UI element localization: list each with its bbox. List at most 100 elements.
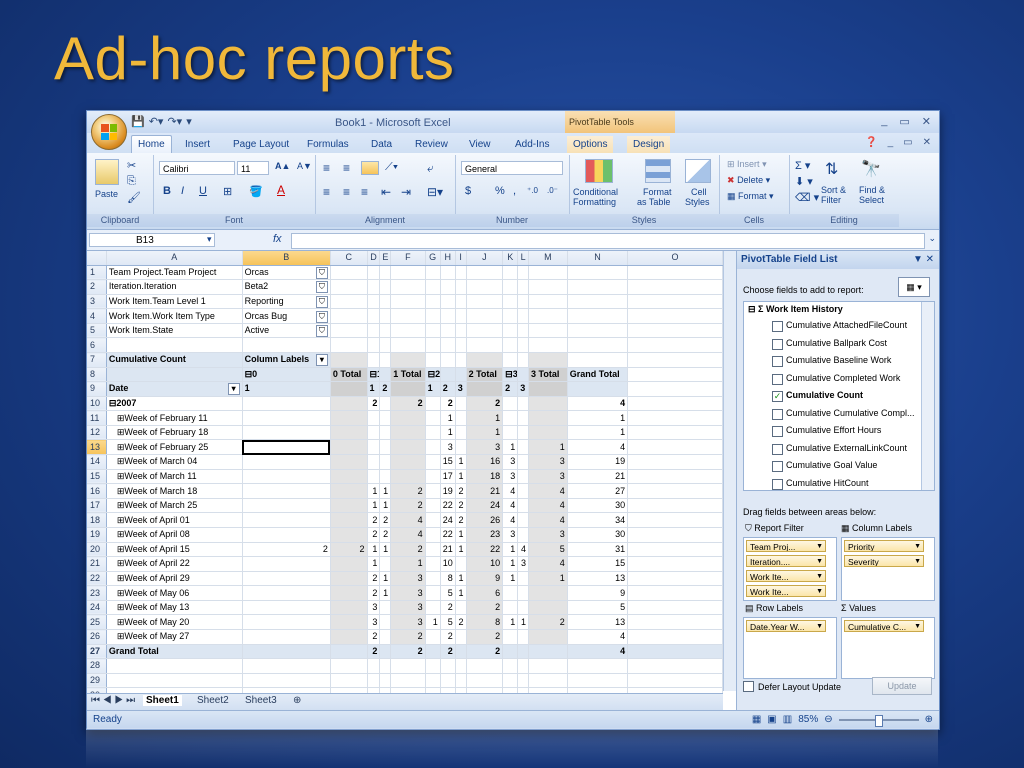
cell[interactable]: [440, 352, 456, 368]
cell[interactable]: [379, 337, 392, 354]
pivot-value-cell[interactable]: 4: [502, 483, 519, 499]
pivot-value-cell[interactable]: 1: [440, 425, 456, 441]
pivot-value-cell[interactable]: [367, 469, 381, 485]
pivot-value-cell[interactable]: 22: [466, 542, 504, 558]
pivot-value-cell[interactable]: 24: [466, 498, 504, 514]
defer-layout-update[interactable]: Defer Layout Update: [743, 681, 841, 692]
cell[interactable]: [390, 323, 426, 339]
cell[interactable]: [367, 337, 381, 354]
tab-design[interactable]: Design: [627, 136, 671, 153]
row-header[interactable]: 8: [87, 367, 107, 383]
pivot-value-cell[interactable]: 1: [567, 410, 629, 426]
pivot-value-cell[interactable]: [390, 469, 426, 485]
column-header[interactable]: C: [330, 251, 368, 266]
find-select-button[interactable]: Find &: [859, 185, 885, 195]
tab-formulas[interactable]: Formulas: [301, 136, 355, 153]
pivot-value-cell[interactable]: [330, 396, 368, 412]
tab-page-layout[interactable]: Page Layout: [227, 136, 295, 153]
pivot-value-cell[interactable]: [425, 542, 441, 558]
cell[interactable]: [502, 265, 519, 281]
pivot-value-cell[interactable]: 9: [567, 585, 629, 601]
pivot-value-cell[interactable]: 2: [390, 483, 426, 499]
cell[interactable]: [528, 279, 568, 295]
row-header[interactable]: 18: [87, 512, 107, 528]
pivot-value-cell[interactable]: [379, 469, 392, 485]
pivot-value-cell[interactable]: [425, 512, 441, 528]
cell[interactable]: [425, 294, 441, 310]
pivot-value-cell[interactable]: [330, 556, 368, 572]
pivot-value-cell[interactable]: [627, 439, 723, 456]
name-box[interactable]: B13: [89, 233, 215, 247]
pivot-value-cell[interactable]: [627, 512, 723, 528]
pivot-row-label[interactable]: ⊞Week of May 13: [106, 600, 243, 616]
pivot-value-cell[interactable]: [517, 396, 530, 412]
tab-home[interactable]: Home: [131, 135, 172, 153]
row-labels-area[interactable]: Date.Year W...: [743, 617, 837, 679]
worksheet-grid[interactable]: A B C D E F G H I J K L M N O 1 Team Project.Team Projec…: [87, 251, 723, 703]
cell[interactable]: [567, 673, 629, 689]
orientation-icon[interactable]: ⟋▾: [385, 161, 398, 174]
pivot-value-cell[interactable]: [627, 425, 723, 441]
pivot-column-header[interactable]: 2: [440, 381, 456, 397]
area-field-chip[interactable]: Cumulative C...: [844, 620, 924, 632]
pivot-value-cell[interactable]: 2: [466, 600, 504, 616]
pivot-value-cell[interactable]: [330, 614, 368, 630]
cell[interactable]: [466, 337, 504, 354]
pivot-row-label[interactable]: ⊞Week of April 01: [106, 512, 243, 528]
cell[interactable]: [627, 308, 723, 324]
pivot-value-cell[interactable]: 34: [567, 512, 629, 528]
pivot-value-cell[interactable]: [627, 410, 723, 426]
pivot-value-cell[interactable]: 10: [466, 556, 504, 572]
values-area[interactable]: Cumulative C...: [841, 617, 935, 679]
tab-options[interactable]: Options: [567, 136, 614, 153]
cell[interactable]: [455, 337, 467, 354]
pivot-value-cell[interactable]: 5: [440, 585, 456, 601]
pivot-value-cell[interactable]: [367, 425, 381, 441]
cell[interactable]: [567, 337, 629, 354]
pivot-row-label[interactable]: ⊞Week of May 06: [106, 585, 243, 601]
pivot-value-cell[interactable]: [528, 585, 568, 601]
pivot-value-cell[interactable]: 1: [517, 614, 530, 630]
decrease-decimal-icon[interactable]: .0⁻: [547, 186, 558, 195]
pivot-total-cell[interactable]: [502, 643, 519, 660]
paste-button[interactable]: Paste: [95, 189, 118, 199]
filter-value[interactable]: Beta2 ⛉: [242, 279, 331, 295]
align-top-icon[interactable]: ≡: [323, 161, 330, 175]
field-item[interactable]: Cumulative Effort Hours: [744, 422, 934, 440]
pivot-value-cell[interactable]: 4: [567, 396, 629, 412]
clear-icon[interactable]: ⌫ ▾: [795, 191, 819, 204]
pivot-value-cell[interactable]: [242, 439, 331, 456]
minimize-icon[interactable]: _: [888, 137, 894, 148]
pivot-value-cell[interactable]: 1: [528, 439, 568, 456]
pivot-value-cell[interactable]: 2: [455, 512, 467, 528]
pivot-value-cell[interactable]: 1: [502, 571, 519, 587]
pivot-value-cell[interactable]: [455, 425, 467, 441]
zoom-slider[interactable]: [838, 714, 919, 727]
pivot-column-header[interactable]: [330, 381, 368, 397]
pivot-value-cell[interactable]: 1: [455, 585, 467, 601]
pivot-value-cell[interactable]: 3: [367, 614, 381, 630]
area-field-chip[interactable]: Team Proj...: [746, 540, 826, 552]
cell[interactable]: [455, 265, 467, 281]
cell[interactable]: [330, 308, 368, 324]
cell[interactable]: [455, 294, 467, 310]
field-item[interactable]: Cumulative Goal Value: [744, 457, 934, 475]
field-item[interactable]: Cumulative Cumulative Compl...: [744, 405, 934, 423]
cell[interactable]: [455, 323, 467, 339]
row-header[interactable]: 14: [87, 454, 107, 470]
pivot-value-cell[interactable]: [627, 527, 723, 543]
cell[interactable]: [367, 323, 381, 339]
defer-layout-checkbox[interactable]: [743, 681, 754, 692]
pivot-value-cell[interactable]: [242, 498, 331, 514]
pivot-value-cell[interactable]: 19: [567, 454, 629, 470]
close-icon[interactable]: ✕: [922, 115, 931, 128]
pivot-row-label[interactable]: ⊞Week of April 08: [106, 527, 243, 543]
pivot-value-cell[interactable]: 9: [466, 571, 504, 587]
pivot-value-cell[interactable]: 2: [379, 512, 392, 528]
pivot-value-cell[interactable]: [330, 600, 368, 616]
grand-total-label[interactable]: Grand Total: [106, 643, 243, 660]
cell[interactable]: [440, 337, 456, 354]
vertical-scrollbar[interactable]: [723, 251, 736, 691]
pivot-value-cell[interactable]: [517, 439, 530, 456]
pivot-value-cell[interactable]: 1: [455, 454, 467, 470]
